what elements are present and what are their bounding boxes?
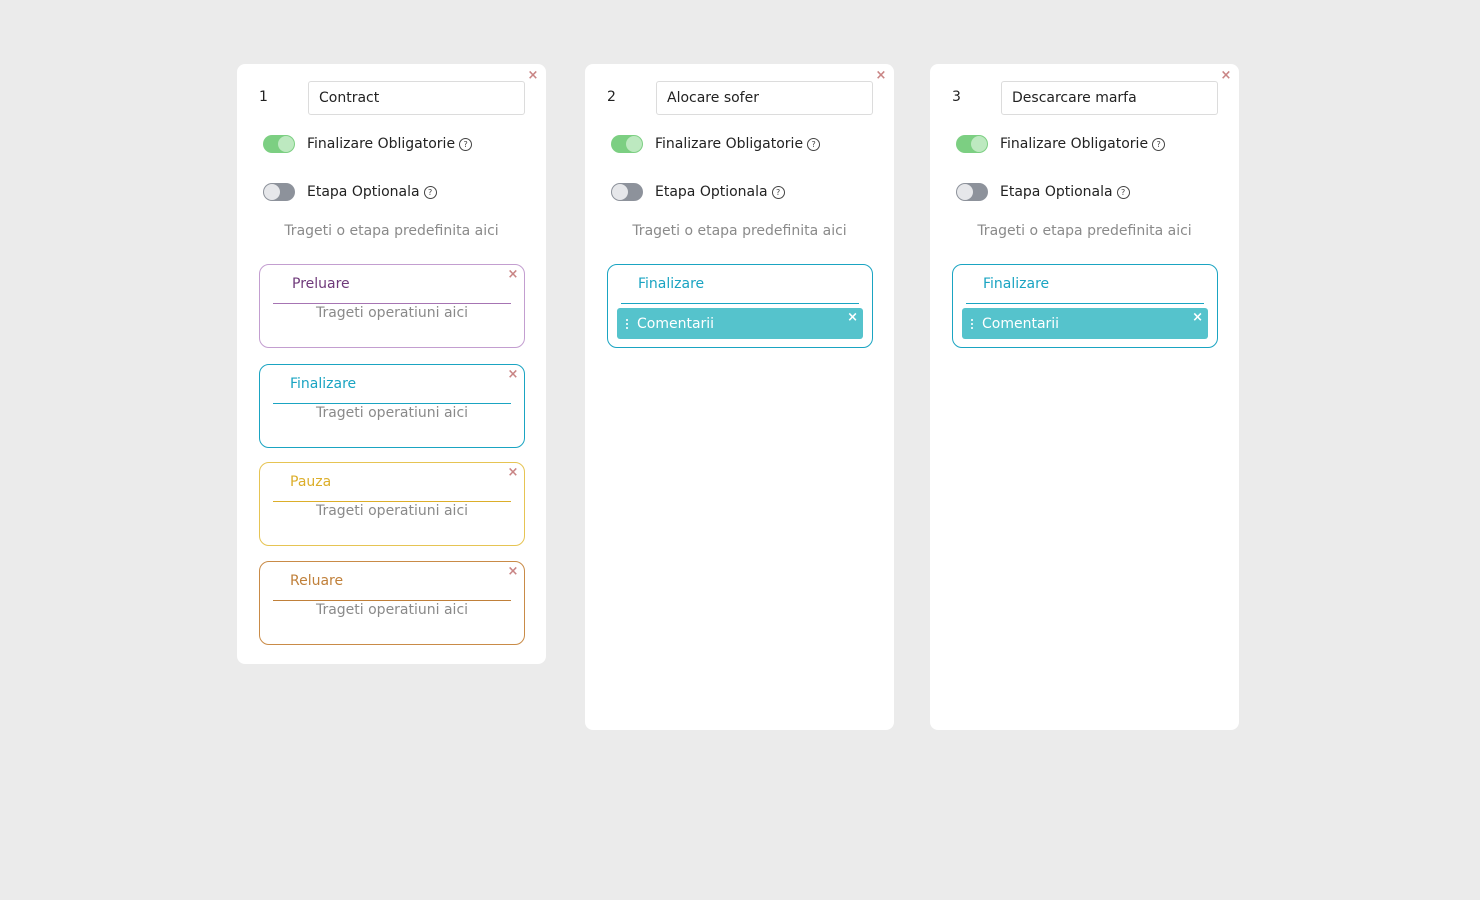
stage-name-input[interactable] [308,81,525,115]
stage-drop-zone-hint: Trageti o etapa predefinita aici [284,223,499,239]
phase-title: Finalizare [638,276,705,292]
operation-drop-zone-hint: Trageti operatiuni aici [315,503,469,519]
phase-divider [273,600,511,601]
operation-drop-zone-hint: Trageti operatiuni aici [315,602,469,618]
phase-box-finalizare[interactable]: Finalizare × Trageti operatiuni aici [259,364,525,448]
remove-phase-close-icon[interactable]: × [506,466,520,480]
stage-card-1: × 1 Finalizare Obligatorie ? Etapa Optio… [237,64,546,664]
phase-title: Finalizare [983,276,1050,292]
remove-phase-close-icon[interactable]: × [506,368,520,382]
drag-handle-icon[interactable] [626,318,630,329]
remove-stage-1-close-icon[interactable]: × [526,69,540,83]
toggle-knob [957,184,973,200]
mandatory-completion-row: Finalizare Obligatorie ? [611,133,821,155]
mandatory-completion-label: Finalizare Obligatorie [307,136,456,152]
help-icon[interactable]: ? [771,185,785,199]
help-icon[interactable]: ? [1152,137,1166,151]
phase-title: Finalizare [290,376,357,392]
phase-title: Preluare [292,276,350,292]
optional-stage-row: Etapa Optionala ? [611,181,785,203]
help-icon[interactable]: ? [459,137,473,151]
stage-number: 3 [952,89,961,105]
help-icon[interactable]: ? [1116,185,1130,199]
mandatory-completion-row: Finalizare Obligatorie ? [263,133,473,155]
stage-number: 2 [607,89,616,105]
remove-phase-close-icon[interactable]: × [506,565,520,579]
operation-item-comentarii[interactable]: Comentarii × [617,308,863,339]
phase-box-pauza[interactable]: Pauza × Trageti operatiuni aici [259,462,525,546]
remove-stage-3-close-icon[interactable]: × [1219,69,1233,83]
mandatory-completion-toggle[interactable] [956,135,988,153]
toggle-knob [612,184,628,200]
help-icon[interactable]: ? [423,185,437,199]
phase-title: Reluare [290,573,344,589]
operation-label: Comentarii [637,315,715,332]
optional-stage-toggle[interactable] [611,183,643,201]
phase-box-finalizare[interactable]: Finalizare Comentarii × [607,264,873,348]
phase-title: Pauza [290,474,332,490]
workflow-canvas: × 1 Finalizare Obligatorie ? Etapa Optio… [0,0,1480,900]
optional-stage-toggle[interactable] [263,183,295,201]
stage-number: 1 [259,89,268,105]
operation-item-comentarii[interactable]: Comentarii × [962,308,1208,339]
drag-handle-icon[interactable] [971,318,975,329]
optional-stage-row: Etapa Optionala ? [956,181,1130,203]
stage-drop-zone-hint: Trageti o etapa predefinita aici [632,223,847,239]
stage-card-3: × 3 Finalizare Obligatorie ? Etapa Optio… [930,64,1239,730]
optional-stage-row: Etapa Optionala ? [263,181,437,203]
remove-phase-close-icon[interactable]: × [506,268,520,282]
mandatory-completion-row: Finalizare Obligatorie ? [956,133,1166,155]
optional-stage-label: Etapa Optionala [1000,184,1113,200]
mandatory-completion-label: Finalizare Obligatorie [1000,136,1149,152]
phase-divider [273,303,511,304]
toggle-knob [626,136,642,152]
phase-divider [273,403,511,404]
phase-divider [621,303,859,304]
phase-box-preluare[interactable]: Preluare × Trageti operatiuni aici [259,264,525,348]
optional-stage-label: Etapa Optionala [655,184,768,200]
toggle-knob [278,136,294,152]
optional-stage-label: Etapa Optionala [307,184,420,200]
optional-stage-toggle[interactable] [956,183,988,201]
remove-stage-2-close-icon[interactable]: × [874,69,888,83]
phase-box-finalizare[interactable]: Finalizare Comentarii × [952,264,1218,348]
mandatory-completion-toggle[interactable] [263,135,295,153]
stage-name-input[interactable] [1001,81,1218,115]
phase-divider [966,303,1204,304]
toggle-knob [264,184,280,200]
phase-divider [273,501,511,502]
operation-drop-zone-hint: Trageti operatiuni aici [315,305,469,321]
phase-box-reluare[interactable]: Reluare × Trageti operatiuni aici [259,561,525,645]
remove-operation-close-icon[interactable]: × [847,311,858,325]
stage-drop-zone-hint: Trageti o etapa predefinita aici [977,223,1192,239]
operation-label: Comentarii [982,315,1060,332]
stage-card-2: × 2 Finalizare Obligatorie ? Etapa Optio… [585,64,894,730]
stage-name-input[interactable] [656,81,873,115]
remove-operation-close-icon[interactable]: × [1192,311,1203,325]
mandatory-completion-label: Finalizare Obligatorie [655,136,804,152]
help-icon[interactable]: ? [807,137,821,151]
mandatory-completion-toggle[interactable] [611,135,643,153]
operation-drop-zone-hint: Trageti operatiuni aici [315,405,469,421]
toggle-knob [971,136,987,152]
